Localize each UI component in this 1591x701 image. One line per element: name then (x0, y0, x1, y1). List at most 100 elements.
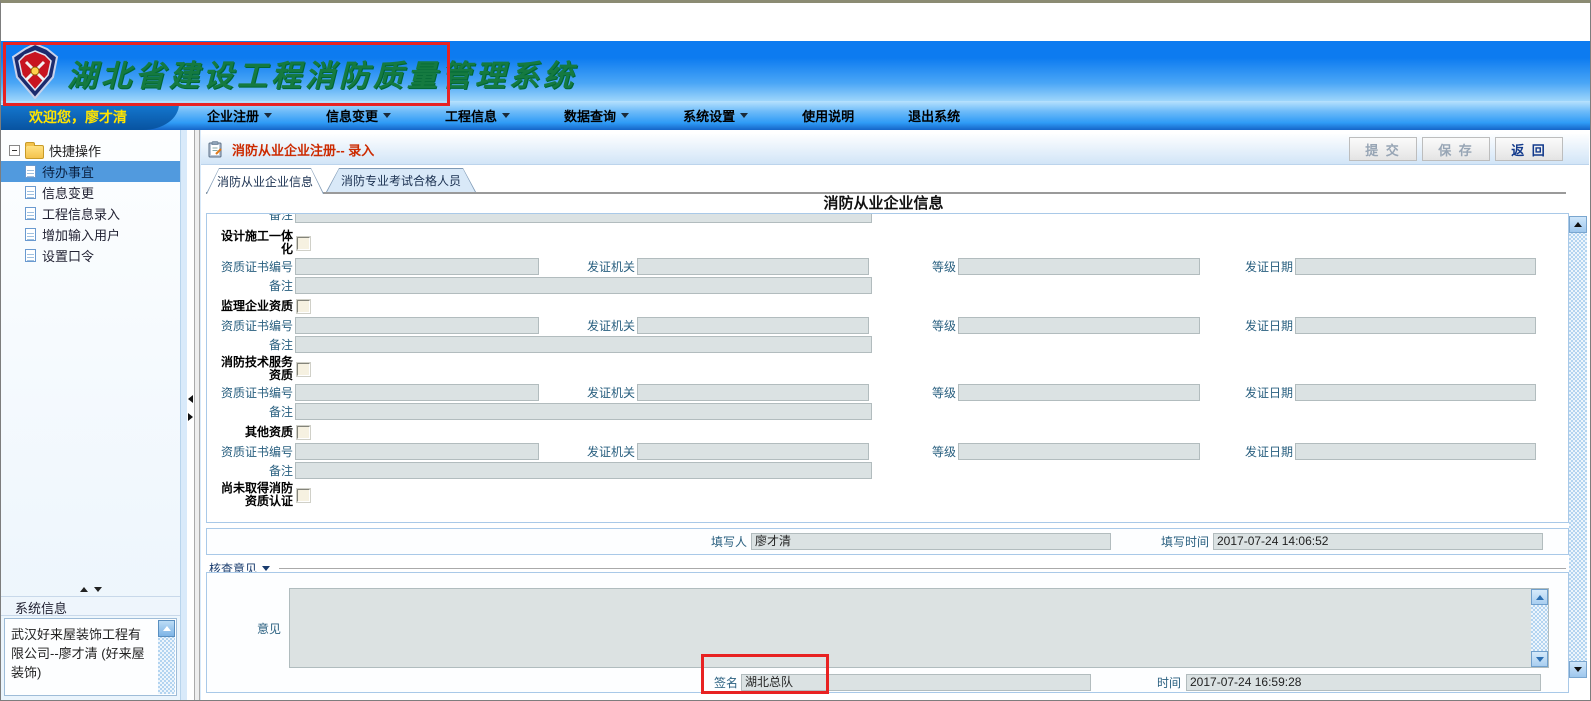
document-icon (25, 165, 36, 178)
issuer-input[interactable] (637, 258, 869, 275)
welcome-label: 欢迎您，廖才清 (1, 104, 179, 130)
section-label: 设计施工一体化 (211, 230, 293, 256)
remark-input[interactable] (295, 336, 872, 353)
review-panel: 意见 签名 湖北总队 时间 2017-07-24 16:59:2 (206, 572, 1569, 693)
sidebar-item-project-entry[interactable]: 工程信息录入 (1, 203, 180, 224)
remark-input[interactable] (295, 403, 872, 420)
menu-label: 信息变更 (326, 106, 378, 125)
sidebar-splitter-handle[interactable] (1, 582, 180, 597)
remark-input[interactable] (295, 462, 872, 479)
sysinfo-text: 武汉好来屋装饰工程有限公司--廖才清 (好来屋装饰) 2017-07-29 15… (11, 625, 152, 701)
filler-label: 填写人 (677, 533, 747, 550)
menu-item-enterprise-register[interactable]: 企业注册 (193, 106, 286, 125)
splitter-down-icon (94, 587, 102, 592)
top-white-strip (1, 3, 1590, 41)
signature-label: 签名 (714, 674, 738, 691)
scroll-up-button[interactable] (1531, 589, 1548, 605)
cert-fields-row: 资质证书编号 发证机关 等级 发证日期 (207, 384, 1568, 401)
menu-label: 退出系统 (908, 106, 960, 125)
sidebar-collapse-splitter[interactable] (181, 130, 201, 700)
tree-item-label: 设置口令 (42, 246, 94, 265)
issue-date-input[interactable] (1295, 443, 1536, 460)
scroll-up-button[interactable] (1569, 216, 1587, 233)
issue-date-input[interactable] (1295, 258, 1536, 275)
dropdown-arrow-icon (383, 113, 391, 118)
menu-items: 企业注册 信息变更 工程信息 数据查询 系统设置 使用说明 (193, 106, 1000, 125)
issuer-input[interactable] (637, 443, 869, 460)
section-label: 消防技术服务资质 (211, 356, 293, 382)
scroll-up-icon (163, 626, 171, 631)
field-label-cert-no: 资质证书编号 (211, 443, 293, 460)
tab-qualified-personnel[interactable]: 消防专业考试合格人员 (326, 168, 476, 192)
scroll-down-button[interactable] (1569, 661, 1587, 678)
cert-no-input[interactable] (295, 317, 539, 334)
field-label-issue-date: 发证日期 (1200, 317, 1293, 334)
grade-input[interactable] (958, 384, 1200, 401)
menu-item-system-settings[interactable]: 系统设置 (669, 106, 762, 125)
menu-item-project-info[interactable]: 工程信息 (431, 106, 524, 125)
tab-strip: 消防从业企业信息 消防专业考试合格人员 (206, 168, 1566, 194)
no-cert-checkbox[interactable] (297, 489, 310, 502)
section-label: 监理企业资质 (211, 300, 293, 313)
supervision-checkbox[interactable] (297, 300, 310, 313)
menu-item-info-change[interactable]: 信息变更 (312, 106, 405, 125)
cert-no-input[interactable] (295, 443, 539, 460)
field-label-remark: 备注 (211, 462, 293, 479)
tab-enterprise-info[interactable]: 消防从业企业信息 (206, 168, 324, 194)
back-button[interactable]: 返 回 (1495, 137, 1563, 161)
cert-no-input[interactable] (295, 384, 539, 401)
opinion-textarea[interactable] (289, 588, 1549, 668)
menu-item-data-query[interactable]: 数据查询 (550, 106, 643, 125)
sysinfo-scrollbar[interactable] (158, 620, 175, 694)
collapse-minus-icon[interactable] (9, 145, 20, 156)
cert-no-input[interactable] (295, 258, 539, 275)
remark-input[interactable] (295, 277, 872, 294)
header-banner: 湖北省建设工程消防质量管理系统 (1, 41, 1590, 101)
save-button[interactable]: 保 存 (1422, 137, 1490, 161)
scroll-up-button[interactable] (158, 620, 175, 637)
tree-root-quick-actions[interactable]: 快捷操作 (1, 140, 180, 161)
tree-item-label: 待办事宜 (42, 162, 94, 181)
opinion-scrollbar[interactable] (1531, 589, 1548, 667)
section-label: 尚未取得消防资质认证 (211, 482, 293, 508)
remark-input[interactable] (295, 214, 872, 223)
submit-button[interactable]: 提 交 (1349, 137, 1417, 161)
dropdown-arrow-icon (502, 113, 510, 118)
form-title: 消防从业企业信息 (201, 192, 1566, 213)
grade-input[interactable] (958, 258, 1200, 275)
page-title: 消防从业企业注册-- 录入 (232, 140, 374, 159)
menu-item-logout[interactable]: 退出系统 (894, 106, 974, 125)
field-label-issuer: 发证机关 (539, 258, 635, 275)
issuer-input[interactable] (637, 384, 869, 401)
section-other: 其他资质 (207, 423, 1568, 441)
tab-label: 消防从业企业信息 (207, 169, 323, 194)
splitter-arrows[interactable] (188, 395, 193, 421)
menu-item-help[interactable]: 使用说明 (788, 106, 868, 125)
dropdown-arrow-icon (740, 113, 748, 118)
issue-date-input[interactable] (1295, 384, 1536, 401)
issue-date-input[interactable] (1295, 317, 1536, 334)
application-window: 湖北省建设工程消防质量管理系统 欢迎您，廖才清 企业注册 信息变更 工程信息 数… (0, 0, 1591, 701)
grade-input[interactable] (958, 443, 1200, 460)
collapse-section-icon[interactable] (262, 566, 270, 571)
sidebar-item-todo[interactable]: 待办事宜 (1, 161, 180, 182)
issuer-input[interactable] (637, 317, 869, 334)
other-checkbox[interactable] (297, 426, 310, 439)
grade-input[interactable] (958, 317, 1200, 334)
divider (279, 568, 1566, 569)
scroll-up-icon (1536, 595, 1544, 600)
splitter-lines (194, 130, 200, 700)
scroll-down-icon (1536, 657, 1544, 662)
filler-time-value: 2017-07-24 14:06:52 (1213, 533, 1543, 550)
scroll-down-button[interactable] (1531, 651, 1548, 667)
form-vertical-scrollbar[interactable] (1569, 216, 1587, 678)
tab-label: 消防专业考试合格人员 (327, 169, 475, 192)
field-label-issue-date: 发证日期 (1200, 384, 1293, 401)
sidebar-item-add-user[interactable]: 增加输入用户 (1, 224, 180, 245)
sidebar-item-info-change[interactable]: 信息变更 (1, 182, 180, 203)
design-build-checkbox[interactable] (297, 237, 310, 250)
field-label-grade: 等级 (869, 258, 956, 275)
cert-fields-row: 资质证书编号 发证机关 等级 发证日期 (207, 317, 1568, 334)
fire-tech-checkbox[interactable] (297, 363, 310, 376)
sidebar-item-set-password[interactable]: 设置口令 (1, 245, 180, 266)
